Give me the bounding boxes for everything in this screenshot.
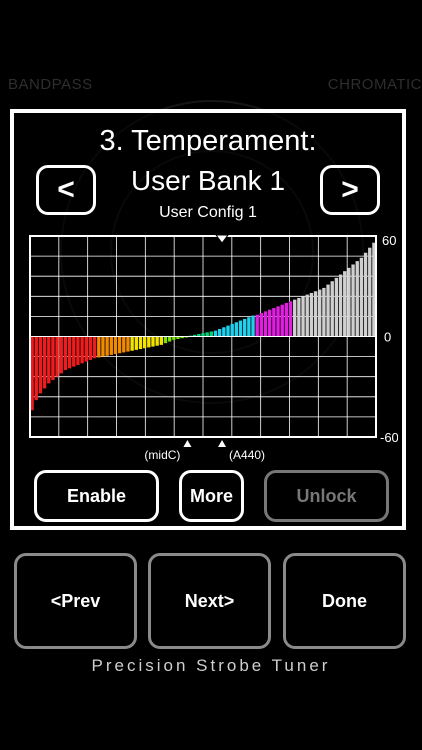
midc-caret-icon bbox=[183, 440, 192, 447]
chart-bar bbox=[138, 336, 143, 350]
chart-bar bbox=[80, 336, 84, 364]
more-button[interactable]: More bbox=[179, 470, 244, 522]
chart-bar bbox=[305, 294, 309, 337]
y-tick-bottom: -60 bbox=[380, 430, 398, 445]
chart-bar bbox=[42, 336, 47, 389]
chart-bar bbox=[92, 336, 97, 359]
chart-bar bbox=[368, 247, 372, 337]
midc-label: (midC) bbox=[144, 448, 180, 462]
panel-title: 3. Temperament: bbox=[99, 125, 317, 157]
unlock-button[interactable]: Unlock bbox=[264, 470, 389, 522]
chart-bar bbox=[84, 336, 88, 362]
chart-bar bbox=[238, 320, 243, 337]
chart-bar bbox=[213, 330, 218, 337]
chart-bar bbox=[101, 336, 105, 357]
chart-bar bbox=[334, 277, 339, 337]
chart-bar bbox=[326, 284, 330, 337]
chart-bar bbox=[280, 304, 284, 337]
app-footer-title: Precision Strobe Tuner bbox=[91, 656, 331, 675]
a440-caret-icon bbox=[218, 440, 227, 447]
chart-bar bbox=[251, 315, 255, 337]
chart-bar bbox=[159, 336, 163, 345]
chart-bar bbox=[122, 336, 126, 353]
chart-bar bbox=[134, 336, 138, 350]
chart-bar bbox=[205, 332, 209, 337]
chart-bar bbox=[151, 336, 155, 347]
chart-bar bbox=[359, 257, 364, 337]
chart-bar bbox=[222, 327, 226, 337]
temperament-chart: 60 0 -60 (midC) (A440) bbox=[29, 233, 398, 462]
chart-bar bbox=[355, 261, 359, 337]
chart-bar bbox=[59, 336, 63, 374]
chart-bar bbox=[67, 336, 72, 369]
chart-bar bbox=[217, 328, 222, 337]
chart-bar bbox=[63, 336, 68, 370]
chart-bar bbox=[293, 299, 297, 337]
chart-bar bbox=[167, 336, 172, 342]
chart-bar bbox=[88, 336, 93, 360]
chart-bar bbox=[259, 313, 264, 337]
chart-bar bbox=[126, 336, 130, 352]
chart-bar bbox=[155, 336, 159, 346]
chromatic-label: CHROMATIC bbox=[327, 76, 422, 93]
top-marker-icon bbox=[215, 234, 230, 244]
chart-bar bbox=[201, 333, 205, 337]
chart-bar bbox=[109, 336, 113, 355]
chart-bar bbox=[117, 336, 122, 354]
temperament-panel: 3. Temperament: < User Bank 1 > User Con… bbox=[10, 109, 406, 530]
chart-bar bbox=[322, 287, 326, 337]
chart-bar bbox=[288, 301, 293, 337]
chart-bar bbox=[130, 336, 134, 351]
chart-bar bbox=[272, 308, 276, 337]
chart-bar bbox=[172, 336, 176, 340]
chart-bar bbox=[142, 336, 147, 349]
next-step-button[interactable]: Next> bbox=[148, 553, 271, 649]
chart-bar bbox=[113, 336, 118, 355]
chart-bar bbox=[55, 336, 59, 377]
chart-bar bbox=[276, 306, 280, 337]
chart-bar bbox=[147, 336, 151, 348]
chart-bar bbox=[163, 336, 168, 344]
prev-step-button[interactable]: <Prev bbox=[14, 553, 137, 649]
chart-bar bbox=[47, 336, 51, 384]
chart-bar bbox=[363, 252, 368, 337]
chart-bar bbox=[38, 336, 43, 394]
chart-bar bbox=[301, 296, 305, 337]
chart-bar bbox=[247, 317, 251, 337]
chart-bar bbox=[243, 318, 247, 337]
chart-bar bbox=[330, 281, 334, 337]
done-button[interactable]: Done bbox=[283, 553, 406, 649]
bandpass-label: BANDPASS bbox=[8, 76, 93, 93]
a440-label: (A440) bbox=[229, 448, 265, 462]
chart-bar bbox=[234, 322, 239, 337]
chart-bar bbox=[226, 325, 230, 337]
chart-bar bbox=[318, 289, 322, 337]
chart-bar bbox=[97, 336, 101, 358]
chart-bar bbox=[105, 336, 109, 356]
enable-button[interactable]: Enable bbox=[34, 470, 159, 522]
chart-bar bbox=[309, 292, 314, 337]
chart-bar bbox=[284, 303, 289, 337]
chart-bar bbox=[34, 336, 38, 401]
chart-bar bbox=[209, 331, 214, 337]
chart-bar bbox=[76, 336, 80, 365]
chart-bar bbox=[297, 297, 301, 337]
y-tick-top: 60 bbox=[382, 233, 396, 248]
chart-bar bbox=[351, 264, 355, 337]
chart-bar bbox=[268, 309, 272, 337]
chart-bar bbox=[347, 267, 351, 337]
chart-bar bbox=[230, 323, 234, 337]
chart-bar bbox=[338, 274, 343, 337]
chart-bar bbox=[51, 336, 55, 381]
chart-bar bbox=[343, 271, 347, 337]
y-tick-zero: 0 bbox=[384, 330, 391, 345]
chart-bar bbox=[255, 314, 259, 337]
chart-bar bbox=[263, 311, 268, 337]
chart-bar bbox=[72, 336, 76, 367]
bank-config-label: User Config 1 bbox=[159, 204, 257, 221]
chart-bar bbox=[313, 291, 318, 337]
